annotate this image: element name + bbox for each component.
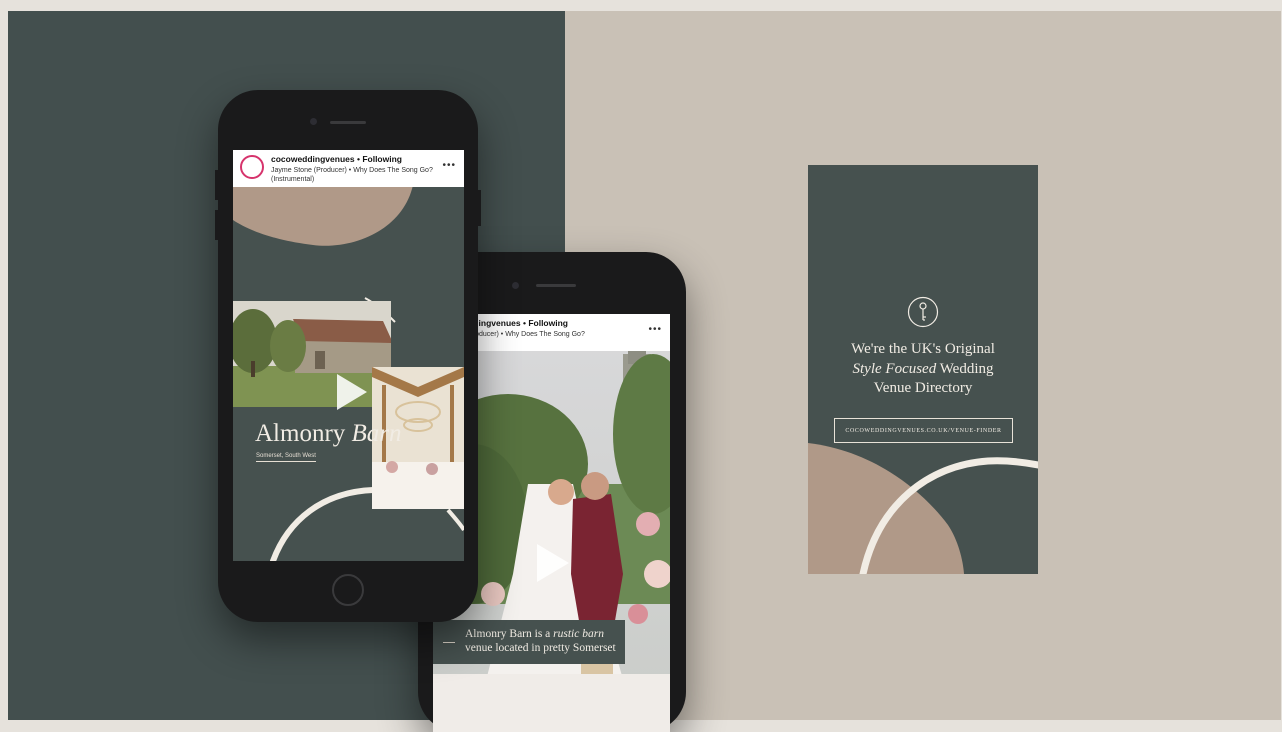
headline-line-one: We're the UK's Original [851, 341, 995, 357]
earpiece-speaker [330, 121, 366, 124]
headline-regular-text: Wedding [939, 360, 994, 377]
following-status[interactable]: • Following [523, 318, 568, 328]
phone-mockup-one: cocoweddingvenues • Following Jayme Ston… [215, 90, 481, 622]
front-camera [512, 282, 519, 289]
earpiece-speaker [536, 284, 576, 287]
power-button [478, 190, 481, 226]
caption-line-one: Almonry Barn is a rustic barn [465, 628, 604, 641]
play-icon[interactable] [529, 540, 575, 586]
venue-finder-link[interactable]: COCOWEDDINGVENUES.CO.UK/VENUE-FINDER [834, 418, 1013, 443]
play-icon[interactable] [329, 370, 373, 414]
key-logo-icon [907, 296, 939, 328]
venue-name-italic: Barn [351, 420, 402, 447]
front-camera [310, 118, 317, 125]
venue-title: Almonry Barn [255, 420, 402, 448]
caption-line-two: venue located in pretty Somerset [465, 642, 616, 654]
phone-one-screen: cocoweddingvenues • Following Jayme Ston… [233, 150, 464, 561]
story-card: We're the UK's Original Style Focused We… [808, 165, 1038, 574]
more-dots-icon[interactable]: ••• [442, 160, 456, 171]
more-dots-icon[interactable]: ••• [648, 324, 662, 335]
caption-divider [443, 642, 455, 643]
home-button[interactable] [332, 574, 364, 606]
story-card-headline: We're the UK's Original Style Focused We… [808, 340, 1038, 399]
caption-box: Almonry Barn is a rustic barn venue loca… [433, 620, 625, 664]
caption-italic-text: rustic barn [553, 628, 604, 640]
profile-avatar[interactable] [240, 155, 264, 179]
username-link[interactable]: cocoweddingvenues [271, 154, 355, 164]
following-status[interactable]: • Following [357, 154, 402, 164]
headline-italic-text: Style Focused [852, 360, 937, 377]
audio-track-label[interactable]: Jayme Stone (Producer) • Why Does The So… [271, 166, 446, 184]
volume-button [215, 210, 218, 240]
headline-line-two: Style Focused Wedding [808, 360, 1038, 380]
venue-location: Somerset, South West [256, 453, 316, 462]
username-line: cocoweddingvenues • Following [271, 154, 402, 164]
caption-regular-text: Almonry Barn is a [465, 628, 551, 640]
volume-button [215, 170, 218, 200]
post-header: cocoweddingvenues • Following Jayme Ston… [233, 150, 464, 187]
headline-line-three: Venue Directory [873, 380, 973, 396]
venue-name-regular: Almonry [255, 420, 346, 447]
